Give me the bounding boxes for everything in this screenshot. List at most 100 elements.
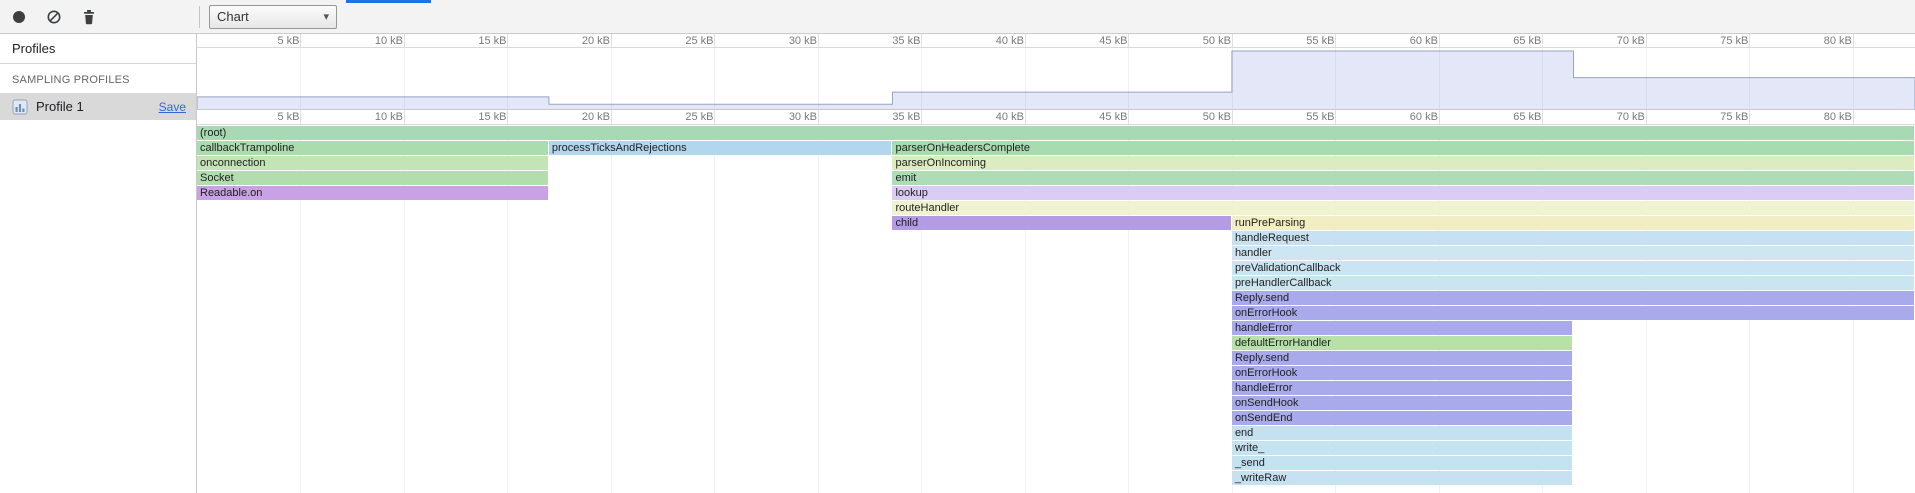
ruler-tick-label: 15 kB <box>478 111 506 123</box>
ruler-tick-label: 20 kB <box>582 111 610 123</box>
gridline <box>404 48 405 109</box>
gridline <box>611 125 612 493</box>
flame-bar[interactable]: onSendHook <box>1232 396 1573 410</box>
save-profile-link[interactable]: Save <box>159 100 186 114</box>
ruler-tick: 25 kB <box>714 34 715 47</box>
gridline <box>1335 48 1336 109</box>
ruler-tick-label: 50 kB <box>1203 111 1231 123</box>
ruler-tick-label: 75 kB <box>1720 111 1748 123</box>
gridline <box>1542 48 1543 109</box>
flame-bar[interactable]: processTicksAndRejections <box>549 141 892 155</box>
flame-bar[interactable]: preHandlerCallback <box>1232 276 1914 290</box>
ruler-tick-label: 40 kB <box>996 35 1024 47</box>
sidebar-header: Profiles <box>0 34 196 64</box>
ruler-tick-label: 35 kB <box>892 35 920 47</box>
flame-bar[interactable]: handler <box>1232 246 1914 260</box>
ruler-tick-label: 10 kB <box>375 35 403 47</box>
ruler-tick: 80 kB <box>1853 110 1854 124</box>
flame-bar[interactable]: runPreParsing <box>1232 216 1914 230</box>
ruler-tick-label: 65 kB <box>1513 35 1541 47</box>
gridline <box>1646 48 1647 109</box>
flame-bar[interactable]: lookup <box>892 186 1914 200</box>
ruler-tick: 60 kB <box>1439 34 1440 47</box>
profiles-sidebar: Profiles SAMPLING PROFILES Profile 1 Sav… <box>0 34 197 493</box>
ruler-tick-label: 20 kB <box>582 35 610 47</box>
flame-bar[interactable]: child <box>892 216 1230 230</box>
ruler-tick: 55 kB <box>1335 110 1336 124</box>
ruler-tick: 70 kB <box>1646 34 1647 47</box>
flame-bar[interactable]: onSendEnd <box>1232 411 1573 425</box>
flame-bar[interactable]: _send <box>1232 456 1573 470</box>
flame-bar[interactable]: Readable.on <box>197 186 548 200</box>
flame-bar[interactable]: defaultErrorHandler <box>1232 336 1573 350</box>
profile-item[interactable]: Profile 1 Save <box>0 93 196 120</box>
flame-bar[interactable]: onconnection <box>197 156 548 170</box>
ruler-tick-label: 45 kB <box>1099 35 1127 47</box>
flame-bar[interactable]: onErrorHook <box>1232 366 1573 380</box>
ruler-tick-label: 5 kB <box>277 35 299 47</box>
gridline <box>611 48 612 109</box>
ruler-tick: 45 kB <box>1128 110 1129 124</box>
flame-bar[interactable]: Reply.send <box>1232 351 1573 365</box>
flame-bar[interactable]: _writeRaw <box>1232 471 1573 485</box>
view-mode-value: Chart <box>217 9 249 24</box>
overview-shape <box>197 48 1915 109</box>
ruler-top: 5 kB10 kB15 kB20 kB25 kB30 kB35 kB40 kB4… <box>197 34 1915 48</box>
ruler-tick: 10 kB <box>404 110 405 124</box>
delete-profile-button[interactable] <box>76 4 102 30</box>
gridline <box>507 48 508 109</box>
flame-bar[interactable]: end <box>1232 426 1573 440</box>
ruler-tick-label: 70 kB <box>1617 35 1645 47</box>
gridline <box>1853 48 1854 109</box>
ruler-tick: 10 kB <box>404 34 405 47</box>
flame-bar[interactable]: write_ <box>1232 441 1573 455</box>
ruler-bottom: 5 kB 10 kB 15 kB 20 kB 25 kB 30 kB 35 kB 40 kB 4… <box>197 110 1915 125</box>
flame-bar[interactable]: parserOnHeadersComplete <box>892 141 1914 155</box>
record-circle-icon <box>13 11 25 23</box>
ruler-tick: 75 kB <box>1749 110 1750 124</box>
flame-bar[interactable]: routeHandler <box>892 201 1914 215</box>
ruler-tick-label: 75 kB <box>1720 35 1748 47</box>
ruler-tick-label: 10 kB <box>375 111 403 123</box>
sampling-profiles-section-label: SAMPLING PROFILES <box>0 64 196 93</box>
ruler-tick-label: 35 kB <box>892 111 920 123</box>
view-mode-select[interactable]: Chart ▾ <box>209 5 337 29</box>
flame-bar[interactable]: emit <box>892 171 1914 185</box>
allocation-overview[interactable] <box>197 48 1915 110</box>
ruler-tick: 15 kB <box>507 34 508 47</box>
gridline <box>921 48 922 109</box>
clear-all-profiles-button[interactable] <box>41 4 67 30</box>
record-button[interactable] <box>6 4 32 30</box>
gridline <box>714 48 715 109</box>
flame-bar[interactable]: parserOnIncoming <box>892 156 1914 170</box>
toolbar-separator <box>199 6 200 28</box>
ruler-tick-label: 50 kB <box>1203 35 1231 47</box>
gridline <box>1749 48 1750 109</box>
gridline <box>818 125 819 493</box>
flame-bar[interactable]: (root) <box>197 126 1914 140</box>
ruler-tick-label: 70 kB <box>1617 111 1645 123</box>
flame-bar[interactable]: preValidationCallback <box>1232 261 1914 275</box>
ruler-tick: 50 kB <box>1232 34 1233 47</box>
ruler-tick: 70 kB <box>1646 110 1647 124</box>
ruler-tick-label: 80 kB <box>1824 35 1852 47</box>
flame-bar[interactable]: Reply.send <box>1232 291 1914 305</box>
ruler-tick: 35 kB <box>921 110 922 124</box>
devtools-memory-panel: Chart ▾ Profiles SAMPLING PROFILES Profi… <box>0 0 1915 493</box>
ruler-tick: 25 kB <box>714 110 715 124</box>
flame-bar[interactable]: handleError <box>1232 381 1573 395</box>
ruler-tick: 40 kB <box>1025 34 1026 47</box>
ruler-tick: 50 kB <box>1232 110 1233 124</box>
ruler-tick: 5 kB <box>300 110 301 124</box>
flame-area[interactable]: (root)callbackTrampolineprocessTicksAndR… <box>197 125 1915 493</box>
flame-bar[interactable]: handleError <box>1232 321 1573 335</box>
flame-bar[interactable]: handleRequest <box>1232 231 1914 245</box>
flame-bar[interactable]: callbackTrampoline <box>197 141 548 155</box>
ruler-tick-label: 55 kB <box>1306 35 1334 47</box>
ruler-tick-label: 25 kB <box>685 35 713 47</box>
ruler-tick: 30 kB <box>818 110 819 124</box>
profiler-toolbar: Chart ▾ <box>0 0 1915 34</box>
flame-bar[interactable]: onErrorHook <box>1232 306 1914 320</box>
ruler-tick-label: 40 kB <box>996 111 1024 123</box>
flame-bar[interactable]: Socket <box>197 171 548 185</box>
